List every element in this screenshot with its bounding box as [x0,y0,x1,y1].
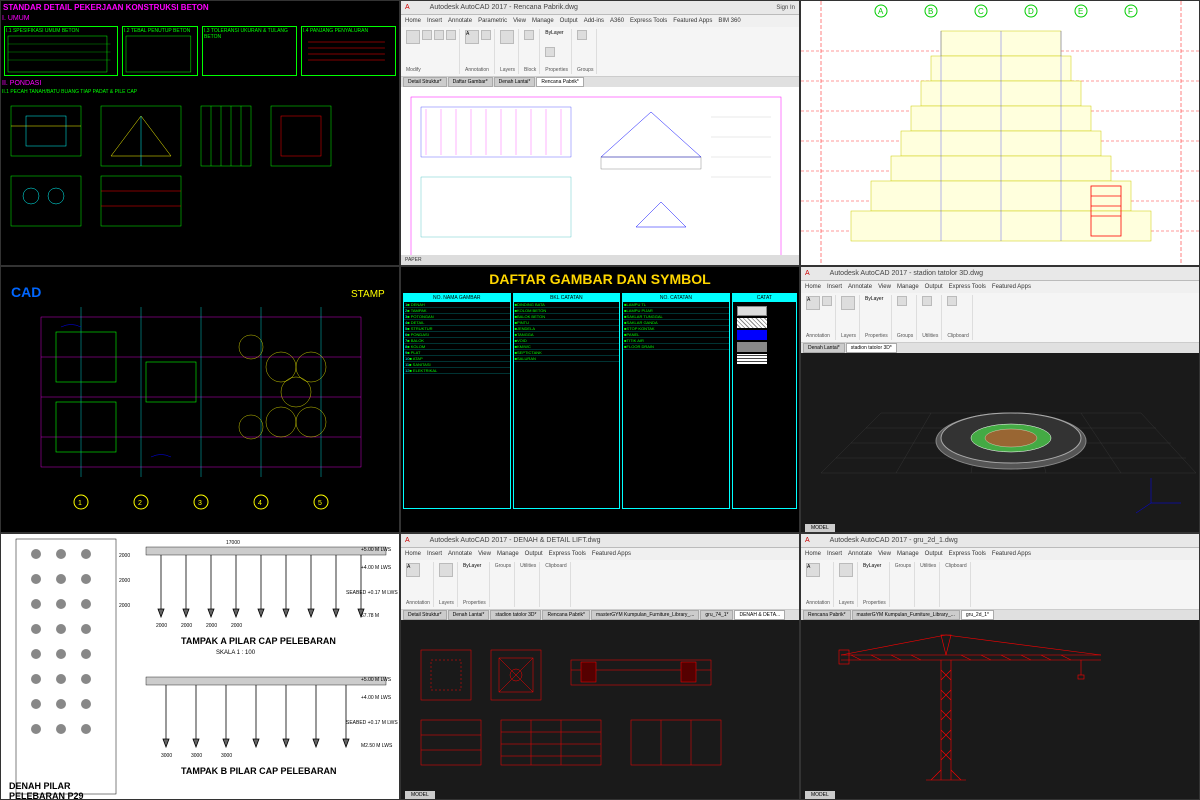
svg-text:67.78 M: 67.78 M [361,613,379,619]
list-title: DAFTAR GAMBAR DAN SYMBOL [401,267,799,291]
svg-text:B: B [928,7,933,16]
ribbon-tabs[interactable]: HomeInsertAnnotateViewManageOutputExpres… [801,548,1199,560]
file-tabs[interactable]: Detail Struktur*Daftar Gambar*Denah Lant… [401,77,799,87]
svg-text:2: 2 [138,500,142,507]
autocad-window-lift: AAutodesk AutoCAD 2017 - DENAH & DETAIL … [400,533,800,800]
svg-text:5: 5 [318,500,322,507]
sub-label: I.3 TOLERANSI UKURAN & TULANG BETON [204,28,295,40]
title-bar: AAutodesk AutoCAD 2017 - DENAH & DETAIL … [401,534,799,548]
autocad-window-pabrik: AAutodesk AutoCAD 2017 - Rencana Pabrik.… [400,0,800,266]
svg-text:A: A [878,7,884,16]
ribbon[interactable]: AAnnotation Layers ByLayerProperties Gro… [401,560,799,610]
svg-text:3000: 3000 [161,753,172,759]
svg-text:2000: 2000 [231,623,242,629]
svg-text:DENAH PILAR: DENAH PILAR [9,781,71,791]
list-column: BKL CATATAN ■ DINDING BATA■ KOLOM BETON■… [513,293,621,509]
ribbon[interactable]: AAnnotation Layers ByLayerProperties Gro… [801,560,1199,610]
section-heading: II. PONDASI [1,79,399,88]
text-icon[interactable]: A [465,30,479,44]
model-tab[interactable]: MODEL [805,791,835,799]
drawing-canvas-3d[interactable]: MODEL [801,353,1199,532]
section-heading: I. UMUM [1,14,399,23]
file-tabs[interactable]: Rencana Pabrik*masterGYM Kumpulan_Furnit… [801,610,1199,620]
clipboard-icon[interactable] [947,296,957,306]
svg-text:3000: 3000 [191,753,202,759]
svg-text:3000: 3000 [221,753,232,759]
file-tabs[interactable]: Denah Lantai*stadion tatolor 3D* [801,343,1199,353]
svg-text:C: C [978,7,984,16]
rect-icon[interactable] [446,30,456,40]
ribbon[interactable]: Modify AAnnotation Layers Block ByLayerP… [401,27,799,77]
svg-text:4: 4 [258,500,262,507]
file-tabs[interactable]: Detail Struktur*Denah Lantai*stadion tat… [401,610,799,620]
text-icon[interactable]: A [806,563,820,577]
svg-text:CAD: CAD [11,284,41,300]
cad-panel-pilar: 2000 2000 2000 17000 2000 2000 2000 2000 +5.00… [0,533,400,800]
svg-text:2000: 2000 [156,623,167,629]
dimension-icon[interactable] [481,30,491,40]
cad-panel-beton-detail: STANDAR DETAIL PEKERJAAN KONSTRUKSI BETO… [0,0,400,266]
title-bar: AAutodesk AutoCAD 2017 - gru_2d_1.dwg [801,534,1199,548]
svg-text:M2.50 M LWS: M2.50 M LWS [361,743,393,749]
title-bar: AAutodesk AutoCAD 2017 - stadion tatolor… [801,267,1199,281]
svg-text:2000: 2000 [119,553,130,559]
list-column: NO. CATATAN ■ LAMPU TL■ LAMPU PIJAR■ SAK… [622,293,730,509]
match-icon[interactable] [545,47,555,57]
drawing-canvas[interactable]: MODEL [401,620,799,799]
svg-text:+4.00 M LWS: +4.00 M LWS [361,695,392,701]
circle-icon[interactable] [422,30,432,40]
drawing-title: STANDAR DETAIL PEKERJAAN KONSTRUKSI BETO… [1,1,399,14]
group-icon[interactable] [577,30,587,40]
svg-text:2000: 2000 [119,578,130,584]
foundation-details-svg [1,96,400,236]
svg-text:D: D [1028,7,1034,16]
cad-panel-floorplan: CAD STAMP 1 2 3 4 5 [0,266,400,533]
svg-text:F: F [1128,7,1133,16]
ribbon-tabs[interactable]: HomeInsertAnnotateParametricViewManageOu… [401,15,799,27]
svg-text:SEABED +0.17 M LWS: SEABED +0.17 M LWS [346,590,398,596]
svg-text:SKALA 1 : 100: SKALA 1 : 100 [216,650,256,656]
model-tab[interactable]: MODEL [805,524,835,532]
svg-text:+5.00 M LWS: +5.00 M LWS [361,677,392,683]
autocad-window-stadium: AAutodesk AutoCAD 2017 - stadion tatolor… [800,266,1200,533]
cad-panel-daftar-gambar: DAFTAR GAMBAR DAN SYMBOL NO. NAMA GAMBAR… [400,266,800,533]
svg-text:TAMPAK A PILAR CAP PELEBARAN: TAMPAK A PILAR CAP PELEBARAN [181,636,336,646]
svg-text:3: 3 [198,500,202,507]
cad-panel-building-section: A B C D E F [800,0,1200,266]
ribbon-tabs[interactable]: HomeInsertAnnotateViewManageOutputExpres… [801,281,1199,293]
title-bar: AAutodesk AutoCAD 2017 - Rencana Pabrik.… [401,1,799,15]
layer-icon[interactable] [500,30,514,44]
model-tab[interactable]: MODEL [405,791,435,799]
text-icon[interactable]: A [806,296,820,310]
svg-text:1: 1 [78,500,82,507]
drawing-canvas[interactable]: MODEL [801,620,1199,799]
ribbon-tabs[interactable]: HomeInsertAnnotateViewManageOutputExpres… [401,548,799,560]
svg-text:2000: 2000 [206,623,217,629]
drawing-canvas[interactable] [401,87,799,255]
autocad-window-crane: AAutodesk AutoCAD 2017 - gru_2d_1.dwg Ho… [800,533,1200,800]
text-icon[interactable]: A [406,563,420,577]
svg-text:E: E [1078,7,1083,16]
svg-text:+4.00 M LWS: +4.00 M LWS [361,565,392,571]
svg-text:+5.00 M LWS: +5.00 M LWS [361,547,392,553]
ribbon[interactable]: AAnnotation Layers ByLayerProperties Gro… [801,293,1199,343]
svg-text:2000: 2000 [181,623,192,629]
insert-icon[interactable] [524,30,534,40]
svg-text:17000: 17000 [226,540,240,546]
list-column: NO. NAMA GAMBAR 1 ■ DENAH2 ■ TAMPAK3 ■ P… [403,293,511,509]
svg-text:SEABED +0.17 M LWS: SEABED +0.17 M LWS [346,720,398,726]
sub-label: I.2 TEBAL PENUTUP BETON [124,28,196,34]
svg-text:PELEBARAN P29: PELEBARAN P29 [9,791,84,800]
sub-label: II.1 PECAH TANAH/BATU BUANG TIAP PADAT &… [1,88,399,96]
layer-icon[interactable] [841,296,855,310]
svg-text:STAMP: STAMP [351,289,385,300]
svg-text:TAMPAK B PILAR CAP PELEBARAN: TAMPAK B PILAR CAP PELEBARAN [181,766,337,776]
svg-text:2000: 2000 [119,603,130,609]
line-icon[interactable] [406,30,420,44]
status-bar: PAPER [401,255,799,265]
arc-icon[interactable] [434,30,444,40]
legend-column: CATAT [732,293,797,509]
